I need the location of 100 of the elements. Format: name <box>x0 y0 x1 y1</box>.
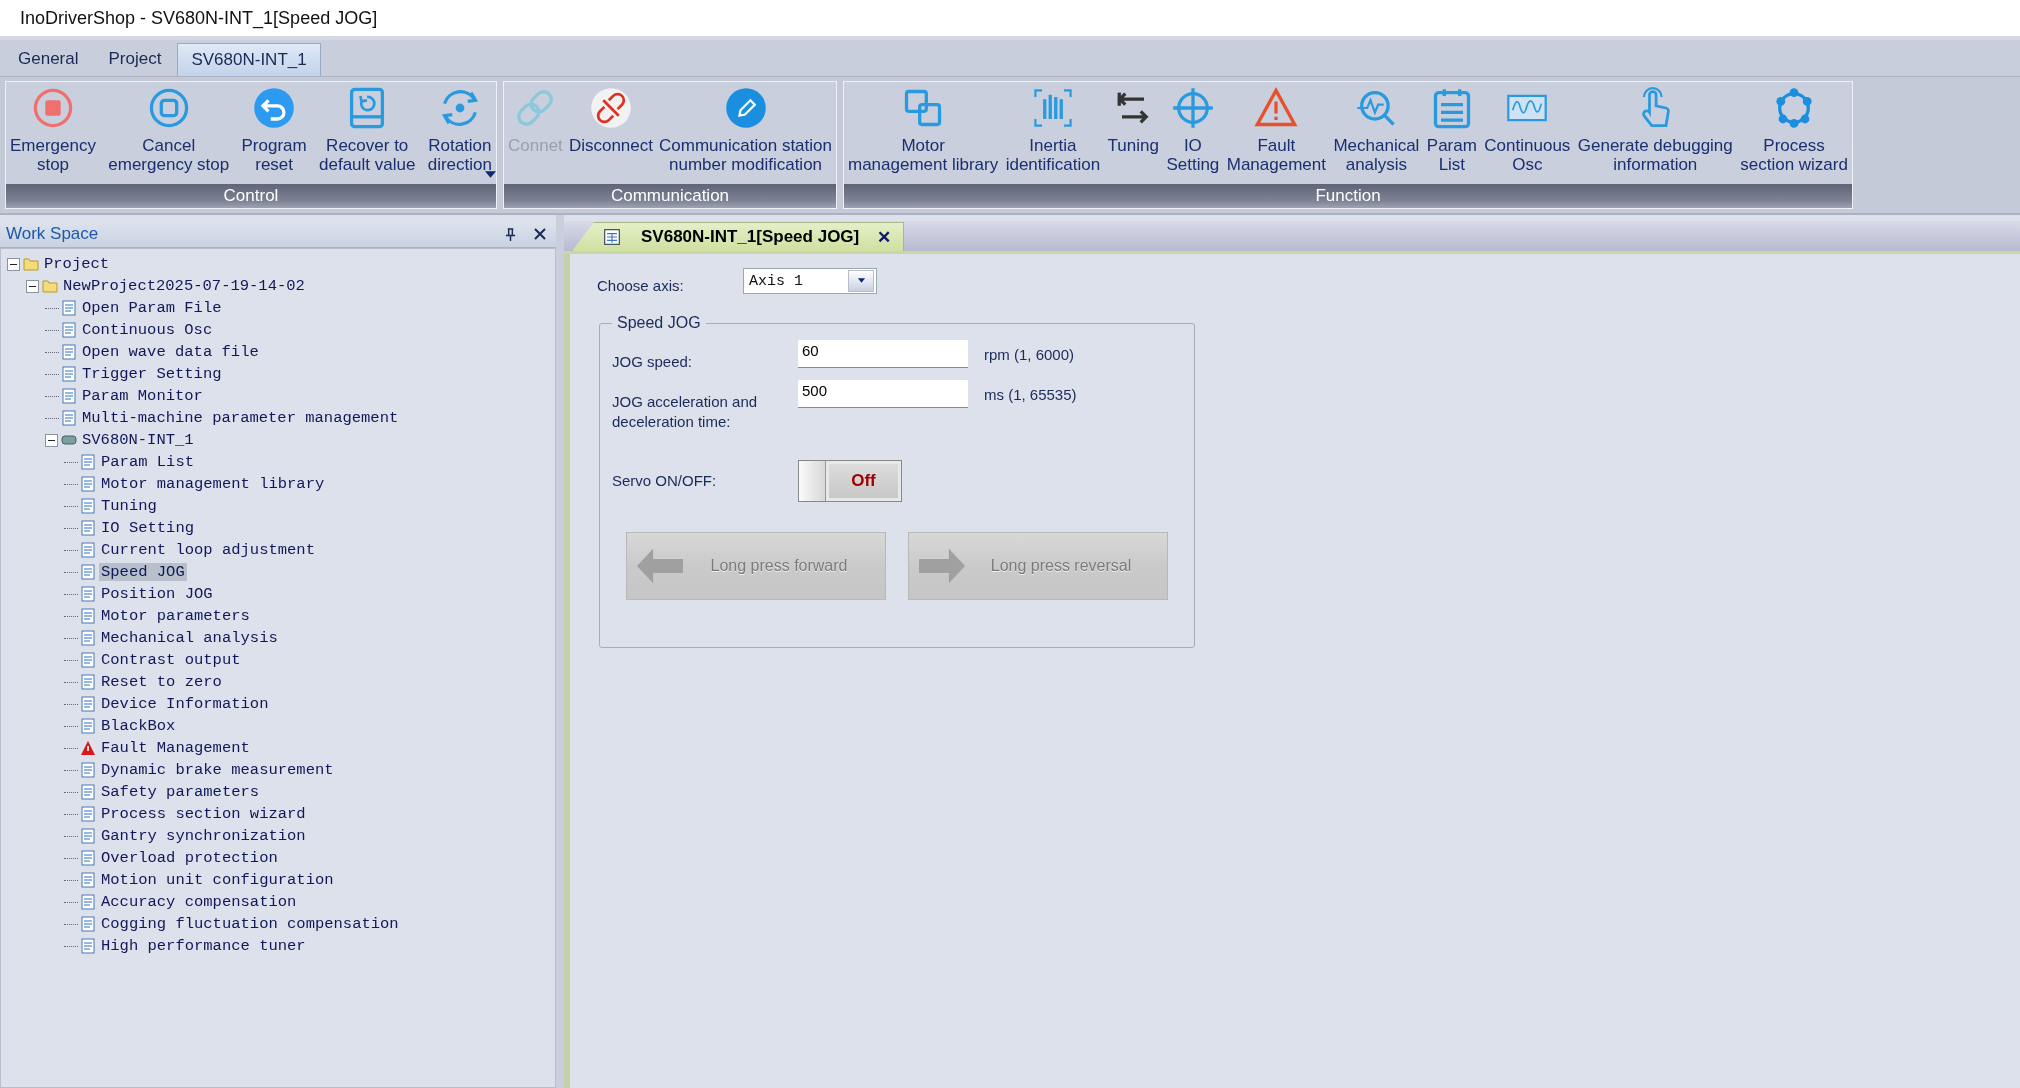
tree-item[interactable]: Param Monitor <box>80 387 205 405</box>
page-icon <box>80 564 96 580</box>
tree-item[interactable]: Multi-machine parameter management <box>80 409 401 427</box>
collapse-toggle[interactable] <box>26 279 39 293</box>
input-field[interactable]: 500 <box>798 380 968 408</box>
collapse-toggle[interactable] <box>45 433 58 447</box>
tree-item[interactable]: Cogging fluctuation compensation <box>99 915 401 933</box>
page-icon <box>80 696 96 712</box>
tree-item[interactable]: Reset to zero <box>99 673 224 691</box>
tree-item[interactable]: Trigger Setting <box>80 365 224 383</box>
panel-title: Work Space <box>6 224 100 244</box>
close-icon[interactable] <box>534 228 546 240</box>
page-icon <box>80 784 96 800</box>
ribbon-button[interactable]: Communication station number modification <box>658 82 833 184</box>
ribbon-button[interactable]: Recover to default value <box>318 82 417 184</box>
ribbon-button[interactable]: Process section wizard <box>1739 82 1849 184</box>
group-caption: Function <box>844 184 1852 208</box>
page-icon <box>80 608 96 624</box>
tree-item[interactable]: Open Param File <box>80 299 224 317</box>
tree-item[interactable]: SV680N-INT_1 <box>80 431 196 449</box>
tree-item[interactable]: Motion unit configuration <box>99 871 336 889</box>
ribbon-button[interactable]: Inertia identification <box>1004 82 1102 184</box>
page-icon <box>80 718 96 734</box>
undo-icon <box>252 86 297 130</box>
ribbon-button[interactable]: Motor management library <box>847 82 1000 184</box>
tree-item[interactable]: High performance tuner <box>99 937 308 955</box>
warning-icon <box>80 740 96 756</box>
page-icon <box>80 630 96 646</box>
collapse-toggle[interactable] <box>7 257 20 271</box>
ribbon-button[interactable]: Emergency stop <box>9 82 97 184</box>
tree-item[interactable]: Speed JOG <box>99 563 187 581</box>
group-title: Speed JOG <box>616 314 702 332</box>
page-icon <box>61 388 77 404</box>
pin-icon[interactable] <box>505 227 516 241</box>
input-field[interactable]: 60 <box>798 340 968 368</box>
tree-item[interactable]: IO Setting <box>99 519 196 537</box>
page-icon <box>61 410 77 426</box>
tree-item[interactable]: Position JOG <box>99 585 215 603</box>
ribbon-button[interactable]: Param List <box>1425 82 1478 184</box>
folder-icon <box>42 278 58 294</box>
tree-item[interactable]: Current loop adjustment <box>99 541 317 559</box>
tree-item[interactable]: Fault Management <box>99 739 252 757</box>
unit-range: rpm (1, 6000) <box>984 345 1076 363</box>
tree-item[interactable]: Param List <box>99 453 196 471</box>
tree-item[interactable]: Accuracy compensation <box>99 893 299 911</box>
right-arrow-icon <box>919 548 965 584</box>
page-icon <box>61 366 77 382</box>
ribbon-button[interactable]: Continuous Osc <box>1483 82 1572 184</box>
group-caption: Control <box>6 184 496 208</box>
document-tab[interactable]: SV680N-INT_1[Speed JOG] ✕ <box>572 222 905 251</box>
page-icon <box>80 938 96 954</box>
page-icon <box>61 322 77 338</box>
ribbon-button[interactable]: Mechanical analysis <box>1332 82 1421 184</box>
group-caption: Communication <box>504 184 836 208</box>
crosshair-icon <box>1170 86 1215 130</box>
ribbon-button[interactable]: Disconnect <box>567 82 654 184</box>
tree-item[interactable]: Gantry synchronization <box>99 827 308 845</box>
tree-item[interactable]: Overload protection <box>99 849 280 867</box>
axis-label: Choose axis: <box>597 275 685 294</box>
tree-item[interactable]: Motor management library <box>99 475 327 493</box>
ribbon-button[interactable]: Tuning <box>1106 82 1160 184</box>
tree-item[interactable]: BlackBox <box>99 717 178 735</box>
left-arrow-icon <box>637 548 683 584</box>
ribbon-tab[interactable]: Project <box>94 42 176 76</box>
ribbon-tab[interactable]: General <box>4 42 93 76</box>
tree-item[interactable]: Tuning <box>99 497 159 515</box>
field-label: JOG speed: <box>612 352 694 372</box>
page-icon <box>80 476 96 492</box>
ribbon-button[interactable]: Fault Management <box>1225 82 1327 184</box>
caret-icon <box>856 278 866 284</box>
page-icon <box>80 872 96 888</box>
page-icon <box>80 586 96 602</box>
tree-item[interactable]: Dynamic brake measurement <box>99 761 336 779</box>
tree-item[interactable]: Safety parameters <box>99 783 262 801</box>
broken-link-icon <box>588 86 633 130</box>
tree-item[interactable]: Device Information <box>99 695 271 713</box>
ribbon-tab[interactable]: SV680N-INT_1 <box>177 43 321 76</box>
tree-item[interactable]: NewProject2025-07-19-14-02 <box>61 277 307 295</box>
ribbon-button[interactable]: Rotation direction <box>426 82 493 184</box>
page-icon <box>80 542 96 558</box>
tree-item[interactable]: Continuous Osc <box>80 321 215 339</box>
page-icon <box>80 828 96 844</box>
tree-item[interactable]: Mechanical analysis <box>99 629 280 647</box>
ribbon-button[interactable]: Cancel emergency stop <box>107 82 231 184</box>
stop-icon <box>31 86 75 130</box>
tree-item[interactable]: Process section wizard <box>99 805 308 823</box>
tree-item[interactable]: Motor parameters <box>99 607 252 625</box>
ribbon-button[interactable]: Program reset <box>240 82 308 184</box>
close-button[interactable]: ✕ <box>877 226 892 248</box>
ribbon-button[interactable]: Generate debugging information <box>1576 82 1734 184</box>
ribbon-button[interactable]: IO Setting <box>1165 82 1221 184</box>
page-icon <box>80 894 96 910</box>
page-icon <box>80 806 96 822</box>
servo-toggle[interactable]: Off <box>798 460 902 502</box>
axis-dropdown[interactable]: Axis 1 <box>743 268 877 294</box>
tree-item[interactable]: Open wave data file <box>80 343 261 361</box>
tree-item[interactable]: Contrast output <box>99 651 243 669</box>
tree-item[interactable]: Project <box>42 255 112 273</box>
unit-range: ms (1, 65535) <box>984 385 1078 403</box>
device-icon <box>61 432 77 448</box>
